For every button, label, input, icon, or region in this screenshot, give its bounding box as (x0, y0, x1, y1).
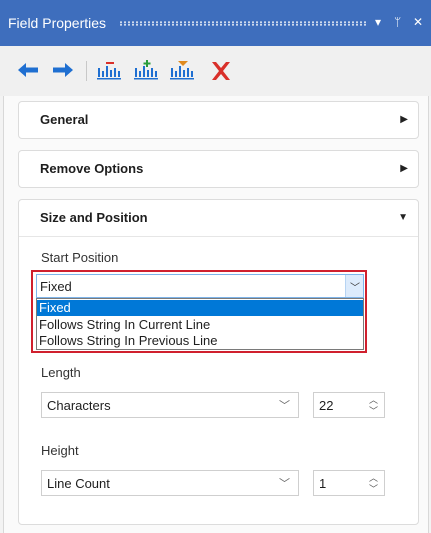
section-title: General (40, 112, 89, 127)
drag-grip[interactable] (119, 21, 368, 26)
expand-arrow-icon[interactable]: ▶ (400, 161, 408, 177)
start-position-select[interactable]: Fixed ﹀ (36, 274, 364, 298)
chevron-down-icon: ﹀ (279, 400, 290, 412)
height-unit-select[interactable]: Line Count ﹀ (41, 470, 299, 496)
delete-x-icon (212, 62, 230, 80)
back-arrow-icon (18, 63, 38, 77)
section-header-general[interactable]: General ▶ (19, 102, 418, 138)
section-size-and-position: Size and Position ▼ Start Position Lengt… (18, 199, 419, 525)
dropdown-option-current-line[interactable]: Follows String In Current Line (37, 317, 363, 333)
back-button[interactable] (14, 58, 42, 84)
length-unit-select[interactable]: Characters ﹀ (41, 392, 299, 418)
spin-down-icon[interactable]: ﹀ (369, 406, 378, 416)
close-icon[interactable]: ✕ (413, 14, 423, 30)
start-position-label: Start Position (41, 250, 119, 265)
field-remove-icon (97, 62, 121, 80)
length-spinner[interactable]: 22 ︿ ﹀ (313, 392, 385, 418)
insert-field-button[interactable] (169, 58, 197, 84)
length-label: Length (41, 365, 81, 380)
height-spinner[interactable]: 1 ︿ ﹀ (313, 470, 385, 496)
section-general[interactable]: General ▶ (18, 101, 419, 139)
dropdown-button[interactable]: ﹀ (345, 275, 363, 297)
collapse-arrow-icon[interactable]: ▼ (398, 210, 408, 226)
dropdown-option-fixed[interactable]: Fixed (37, 300, 363, 316)
dropdown-option-previous-line[interactable]: Follows String In Previous Line (37, 333, 363, 349)
height-value: 1 (319, 476, 327, 491)
forward-arrow-icon (53, 63, 73, 77)
toolbar-separator (86, 61, 87, 81)
pin-icon[interactable]: ᛘ (394, 14, 401, 30)
section-title: Remove Options (40, 161, 144, 176)
add-field-button[interactable] (133, 58, 161, 84)
spin-up-icon[interactable]: ︿ (369, 395, 378, 405)
height-unit-value: Line Count (47, 476, 110, 491)
remove-field-button[interactable] (96, 58, 124, 84)
height-label: Height (41, 443, 79, 458)
chevron-down-icon: ﹀ (279, 478, 290, 490)
field-add-icon (134, 60, 158, 80)
forward-button[interactable] (49, 58, 77, 84)
section-header-remove-options[interactable]: Remove Options ▶ (19, 151, 418, 187)
expand-arrow-icon[interactable]: ▶ (400, 112, 408, 128)
chevron-down-icon: ﹀ (350, 283, 360, 294)
start-position-value: Fixed (40, 279, 72, 294)
field-insert-icon (170, 61, 194, 80)
panel-titlebar: Field Properties ▾ ᛘ ✕ (0, 0, 431, 46)
length-unit-value: Characters (47, 398, 111, 413)
delete-button[interactable] (207, 58, 235, 84)
section-header-size-and-position[interactable]: Size and Position ▼ (19, 200, 418, 236)
spin-up-icon[interactable]: ︿ (369, 473, 378, 483)
length-value: 22 (319, 398, 334, 413)
section-title: Size and Position (40, 210, 148, 225)
spin-down-icon[interactable]: ﹀ (369, 484, 378, 494)
dropdown-arrow-icon[interactable]: ▾ (375, 14, 381, 30)
section-divider (19, 236, 418, 237)
section-remove-options[interactable]: Remove Options ▶ (18, 150, 419, 188)
panel-title: Field Properties (8, 15, 107, 31)
start-position-dropdown-list: Fixed Follows String In Current Line Fol… (36, 298, 364, 350)
toolbar (0, 46, 431, 96)
